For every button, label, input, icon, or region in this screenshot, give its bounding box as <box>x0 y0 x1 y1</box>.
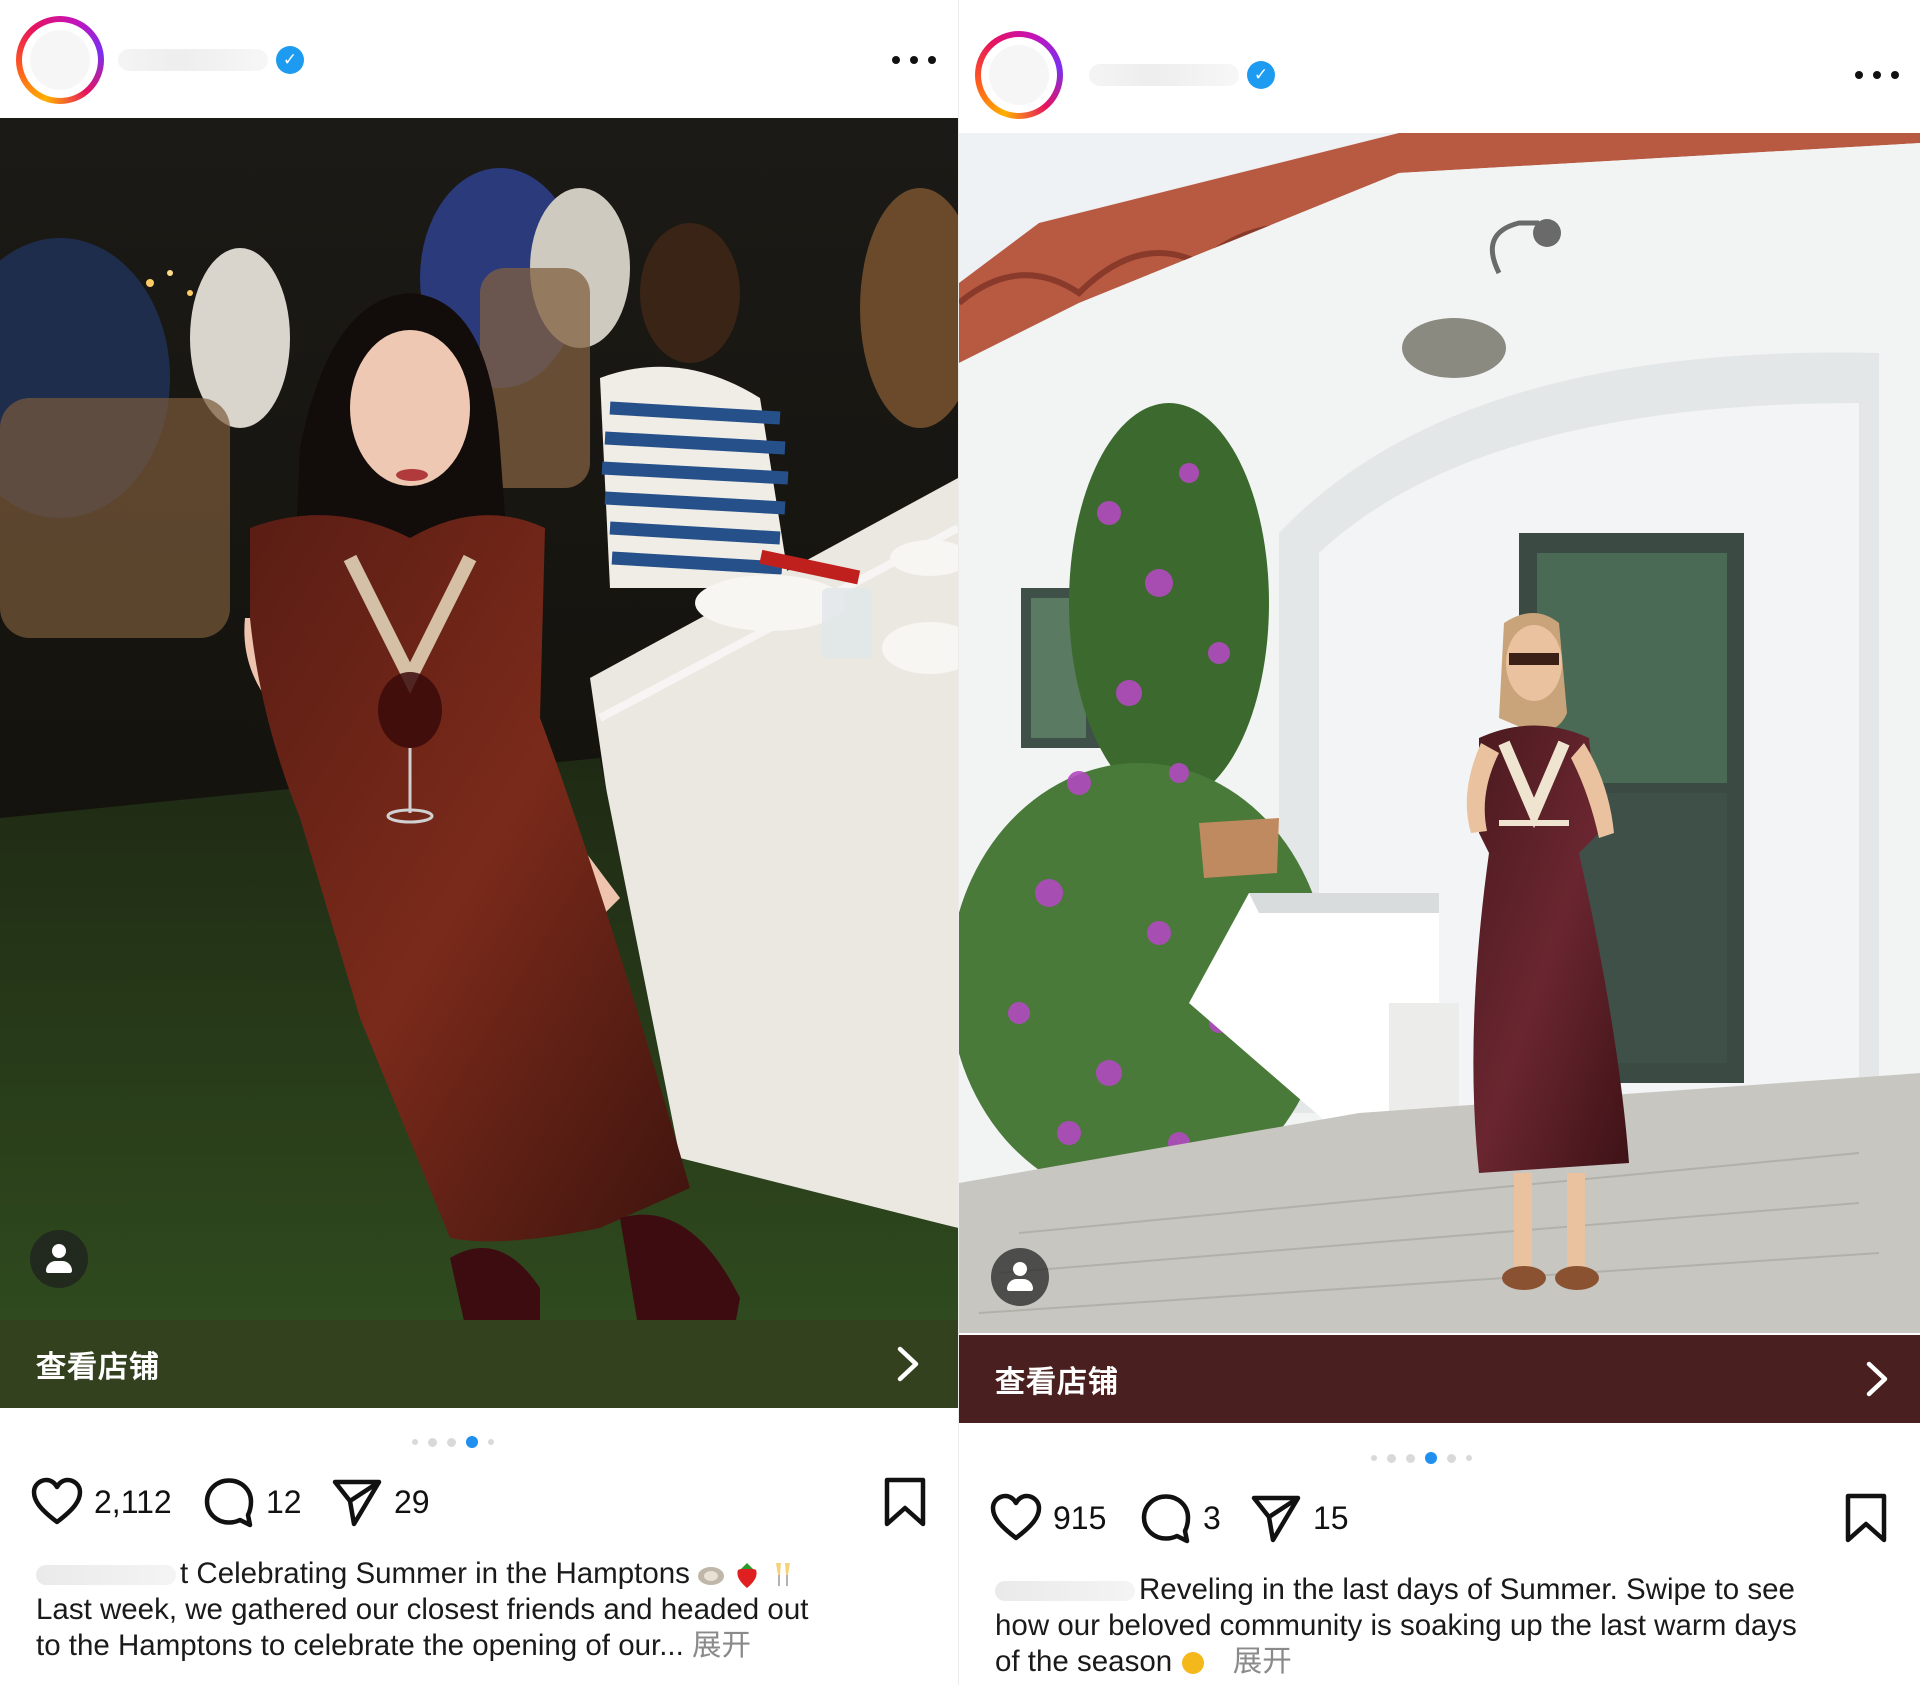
carousel-dot <box>1447 1453 1456 1463</box>
sun-emoji <box>1182 1652 1205 1675</box>
share-count: 15 <box>1313 1499 1349 1536</box>
like-count: 2,112 <box>94 1483 172 1520</box>
photo-white-house-door <box>959 133 1920 1333</box>
post-header: ✓ <box>0 10 958 110</box>
photo-dinner-party <box>0 118 958 1320</box>
like-button[interactable]: 2,112 <box>30 1472 172 1532</box>
action-bar: 915 3 15 <box>959 1488 1920 1548</box>
comment-button[interactable]: 3 <box>1139 1488 1221 1548</box>
comment-count: 12 <box>266 1483 302 1520</box>
caption-text: Reveling in the last days of Summer. Swi… <box>1139 1573 1795 1606</box>
caption-line-2: Last week, we gathered our closest frien… <box>36 1593 809 1626</box>
carousel-dot <box>1466 1455 1472 1461</box>
caption-username-blurred[interactable] <box>995 1581 1135 1602</box>
person-tag-icon[interactable] <box>30 1230 88 1288</box>
expand-caption-link[interactable]: 展开 <box>692 1629 751 1662</box>
carousel-dot <box>428 1437 437 1447</box>
champagne-emoji <box>775 1563 790 1587</box>
caption-text: of the season <box>995 1645 1173 1678</box>
caption-text: to the Hamptons to celebrate the opening… <box>36 1629 684 1662</box>
post-caption: t Celebrating Summer in the Hamptons Las… <box>36 1556 918 1664</box>
carousel-dot <box>1406 1453 1415 1463</box>
carousel-dot <box>412 1439 418 1445</box>
like-count: 915 <box>1053 1499 1107 1536</box>
view-shop-bar[interactable]: 查看店铺 <box>959 1335 1920 1423</box>
carousel-dot <box>447 1437 456 1447</box>
caption-line-3: of the season 展开 <box>995 1644 1881 1680</box>
carousel-indicator <box>1371 1452 1472 1464</box>
username-blurred[interactable] <box>118 49 268 71</box>
comment-count: 3 <box>1203 1499 1221 1536</box>
post-photo[interactable] <box>959 133 1920 1333</box>
caption-line-2: how our beloved community is soaking up … <box>995 1609 1797 1642</box>
carousel-dot-active <box>1425 1452 1437 1464</box>
carousel-dot-active <box>466 1436 478 1448</box>
like-button[interactable]: 915 <box>989 1488 1106 1548</box>
more-options-icon[interactable] <box>892 54 936 66</box>
strawberry-emoji <box>737 1563 757 1589</box>
carousel-indicator <box>412 1436 494 1448</box>
caption-line-3: to the Hamptons to celebrate the opening… <box>36 1628 918 1664</box>
more-options-icon[interactable] <box>1855 69 1899 81</box>
post-left: ✓ 查看店铺 2,112 12 29 t Celebrating Summer … <box>0 0 958 1685</box>
caption-line-1: t Celebrating Summer in the Hamptons <box>36 1556 918 1592</box>
send-icon <box>332 1479 382 1527</box>
carousel-dot <box>488 1439 494 1445</box>
profile-avatar[interactable] <box>16 16 104 104</box>
oyster-emoji <box>697 1567 724 1586</box>
post-header: ✓ <box>959 25 1920 125</box>
share-button[interactable]: 29 <box>330 1472 430 1532</box>
username-blurred[interactable] <box>1089 64 1239 86</box>
person-tag-icon[interactable] <box>991 1248 1049 1306</box>
comment-icon <box>1141 1494 1191 1544</box>
carousel-dot <box>1387 1453 1396 1463</box>
action-bar: 2,112 12 29 <box>0 1472 958 1532</box>
chevron-right-icon <box>1866 1361 1888 1397</box>
caption-username-blurred[interactable] <box>36 1565 176 1586</box>
verified-badge-icon: ✓ <box>276 46 304 74</box>
heart-icon <box>31 1477 83 1525</box>
share-button[interactable]: 15 <box>1249 1488 1349 1548</box>
share-count: 29 <box>394 1483 430 1520</box>
post-photo[interactable] <box>0 118 958 1320</box>
bookmark-icon[interactable] <box>1843 1492 1889 1544</box>
send-icon <box>1251 1495 1301 1543</box>
view-shop-label: 查看店铺 <box>36 1351 160 1384</box>
post-caption: Reveling in the last days of Summer. Swi… <box>995 1572 1881 1680</box>
caption-text: t Celebrating Summer in the Hamptons <box>180 1557 690 1590</box>
expand-caption-link[interactable]: 展开 <box>1233 1645 1292 1678</box>
post-right: ✓ 查看店铺 915 3 15 Reveling in the last day… <box>958 0 1920 1685</box>
screenshot-canvas: ✓ 查看店铺 2,112 12 29 t Celebrating Summer … <box>0 0 1920 1685</box>
comment-icon <box>204 1478 254 1528</box>
view-shop-label: 查看店铺 <box>995 1366 1119 1399</box>
caption-line-1: Reveling in the last days of Summer. Swi… <box>995 1572 1881 1608</box>
heart-icon <box>990 1493 1042 1541</box>
carousel-dot <box>1371 1455 1377 1461</box>
comment-button[interactable]: 12 <box>202 1472 302 1532</box>
chevron-right-icon <box>897 1346 919 1382</box>
view-shop-bar[interactable]: 查看店铺 <box>0 1320 958 1408</box>
bookmark-icon[interactable] <box>882 1476 928 1528</box>
verified-badge-icon: ✓ <box>1247 61 1275 89</box>
profile-avatar[interactable] <box>975 31 1063 119</box>
